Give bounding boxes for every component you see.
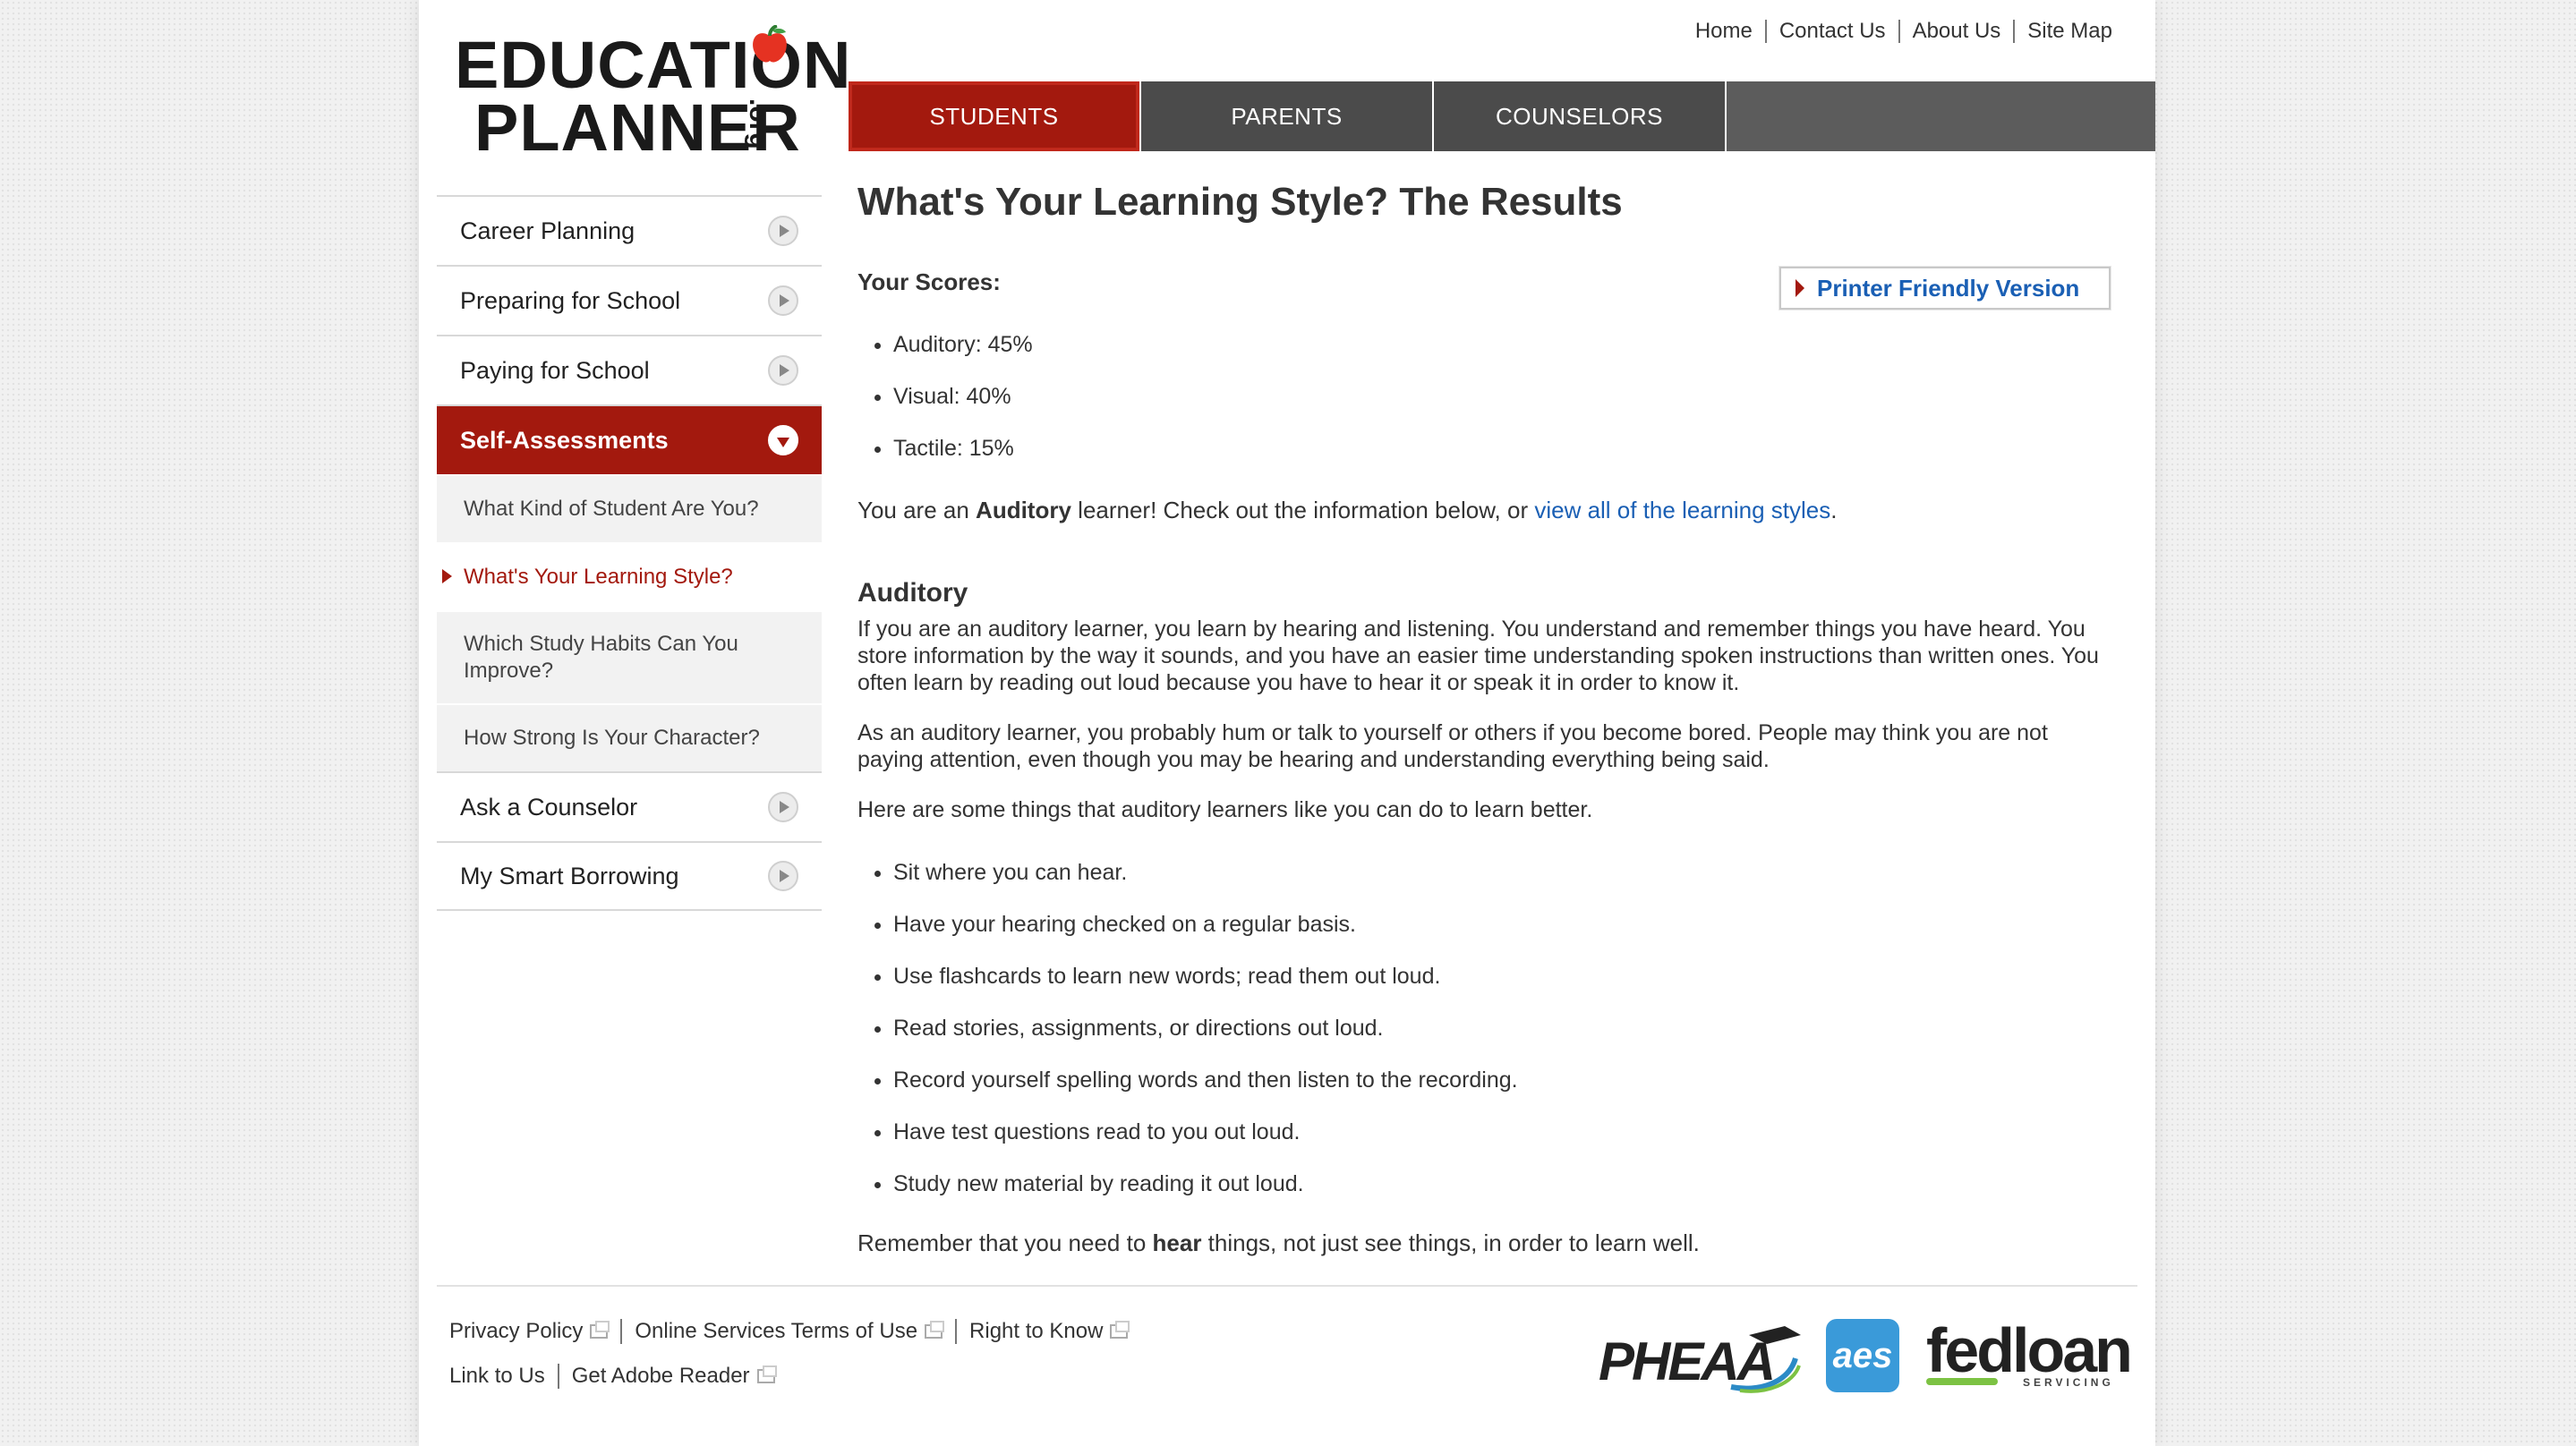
tab-parents[interactable]: PARENTS xyxy=(1141,81,1434,151)
apple-icon xyxy=(753,25,787,63)
sidebar-item-preparing-for-school[interactable]: Preparing for School xyxy=(437,265,822,335)
util-link-about[interactable]: About Us xyxy=(1898,20,2014,43)
pheaa-logo-text: PHEAA xyxy=(1599,1331,1773,1391)
footer-link-privacy[interactable]: Privacy Policy xyxy=(449,1319,620,1344)
scores-list: Auditory: 45% Visual: 40% Tactile: 15% xyxy=(857,329,1033,485)
footer-links-row-1: Privacy Policy Online Services Terms of … xyxy=(449,1319,1140,1344)
section-heading: Auditory xyxy=(857,578,968,608)
main-tabs: STUDENTS PARENTS COUNSELORS xyxy=(849,81,2155,151)
sidebar-subitem-label: Which Study Habits Can You Improve? xyxy=(464,632,738,683)
tip-item: Use flashcards to learn new words; read … xyxy=(893,959,1518,1011)
page-title: What's Your Learning Style? The Results xyxy=(857,180,1623,224)
tip-item: Sit where you can hear. xyxy=(893,855,1518,907)
tip-item: Have test questions read to you out loud… xyxy=(893,1115,1518,1167)
summary-learner-type: Auditory xyxy=(976,497,1071,523)
tip-item: Study new material by reading it out lou… xyxy=(893,1167,1518,1219)
chevron-right-icon xyxy=(768,792,798,822)
footer-link-adobe-reader[interactable]: Get Adobe Reader xyxy=(557,1364,788,1389)
pheaa-logo[interactable]: PHEAA xyxy=(1597,1323,1803,1394)
sidebar-item-paying-for-school[interactable]: Paying for School xyxy=(437,335,822,404)
summary-text-pre: You are an xyxy=(857,497,977,523)
footer-link-link-to-us[interactable]: Link to Us xyxy=(449,1364,558,1389)
utility-nav: Home Contact Us About Us Site Map xyxy=(1683,20,2125,43)
tab-students[interactable]: STUDENTS xyxy=(849,81,1141,151)
fedloan-wordmark: fedloan xyxy=(1926,1315,2133,1385)
score-item: Visual: 40% xyxy=(893,381,1033,433)
chevron-right-icon xyxy=(768,285,798,316)
sidebar-subitem-student-kind[interactable]: What Kind of Student Are You? xyxy=(437,474,822,542)
education-planner-logo[interactable]: EDUCATION PLANNER .org xyxy=(455,25,850,161)
tip-item: Record yourself spelling words and then … xyxy=(893,1063,1518,1115)
sidebar-item-ask-counselor[interactable]: Ask a Counselor xyxy=(437,771,822,841)
external-link-icon xyxy=(756,1365,777,1383)
chevron-right-icon xyxy=(768,861,798,891)
footer-link-terms[interactable]: Online Services Terms of Use xyxy=(620,1319,955,1344)
score-item: Auditory: 45% xyxy=(893,329,1033,381)
sidebar-item-label: Paying for School xyxy=(460,356,650,384)
summary-text-mid: learner! Check out the information below… xyxy=(1070,497,1535,523)
fedloan-logo[interactable]: fedloan SERVICING xyxy=(1926,1315,2133,1394)
tab-counselors[interactable]: COUNSELORS xyxy=(1434,81,1727,151)
sidebar-subitem-learning-style[interactable]: What's Your Learning Style? xyxy=(437,542,822,610)
tips-list: Sit where you can hear. Have your hearin… xyxy=(857,855,1518,1219)
page-container: EDUCATION PLANNER .org Home Contact Us A… xyxy=(419,0,2155,1446)
util-link-contact[interactable]: Contact Us xyxy=(1764,20,1898,43)
closing-pre: Remember that you need to xyxy=(857,1229,1153,1256)
printer-friendly-button[interactable]: Printer Friendly Version xyxy=(1779,267,2111,310)
main-content: What's Your Learning Style? The Results … xyxy=(857,179,2111,1256)
footer-divider xyxy=(437,1285,2137,1287)
closing-post: things, not just see things, in order to… xyxy=(1201,1229,1700,1256)
sidebar-item-label: Preparing for School xyxy=(460,286,681,314)
sidebar: Career Planning Preparing for School Pay… xyxy=(437,195,822,911)
util-link-home[interactable]: Home xyxy=(1683,20,1765,43)
paragraph-2: As an auditory learner, you probably hum… xyxy=(857,720,2048,772)
view-all-styles-link[interactable]: view all of the learning styles xyxy=(1534,497,1830,523)
arrow-right-icon xyxy=(1796,279,1804,297)
paragraph-3: Here are some things that auditory learn… xyxy=(857,797,1593,822)
external-link-icon xyxy=(590,1321,610,1339)
footer-link-label: Privacy Policy xyxy=(449,1319,584,1343)
score-item: Tactile: 15% xyxy=(893,433,1033,485)
external-link-icon xyxy=(925,1321,945,1339)
sidebar-item-self-assessments[interactable]: Self-Assessments xyxy=(437,404,822,474)
aes-logo[interactable]: aes xyxy=(1826,1319,1899,1392)
logo-suffix: .org xyxy=(744,98,773,149)
sidebar-item-label: Career Planning xyxy=(460,217,635,244)
chevron-down-icon xyxy=(768,425,798,455)
footer-link-label: Get Adobe Reader xyxy=(571,1364,750,1388)
tabs-filler xyxy=(1727,81,2155,151)
fedloan-swoosh xyxy=(1926,1378,1998,1385)
fedloan-servicing: SERVICING xyxy=(2023,1376,2114,1389)
sidebar-item-smart-borrowing[interactable]: My Smart Borrowing xyxy=(437,841,822,911)
footer-links-row-2: Link to Us Get Adobe Reader xyxy=(449,1364,788,1389)
chevron-right-icon xyxy=(768,355,798,386)
scores-label: Your Scores: xyxy=(857,268,1001,295)
summary-text-post: . xyxy=(1830,497,1838,523)
footer-link-label: Link to Us xyxy=(449,1364,545,1388)
footer-link-label: Online Services Terms of Use xyxy=(635,1319,918,1343)
sidebar-subitem-study-habits[interactable]: Which Study Habits Can You Improve? xyxy=(437,610,822,703)
sidebar-item-career-planning[interactable]: Career Planning xyxy=(437,195,822,265)
closing-text: Remember that you need to hear things, n… xyxy=(857,1228,1700,1258)
tip-item: Have your hearing checked on a regular b… xyxy=(893,907,1518,959)
external-link-icon xyxy=(1110,1321,1130,1339)
result-summary: You are an Auditory learner! Check out t… xyxy=(857,494,1838,526)
closing-bold: hear xyxy=(1152,1229,1202,1256)
sidebar-item-label: Ask a Counselor xyxy=(460,793,638,821)
footer-link-label: Right to Know xyxy=(969,1319,1104,1343)
footer-link-right-to-know[interactable]: Right to Know xyxy=(955,1319,1140,1344)
sidebar-item-label: My Smart Borrowing xyxy=(460,862,679,889)
util-link-sitemap[interactable]: Site Map xyxy=(2013,20,2125,43)
sidebar-item-label: Self-Assessments xyxy=(460,426,669,454)
paragraph-1: If you are an auditory learner, you lear… xyxy=(857,617,2099,695)
sidebar-subitem-character[interactable]: How Strong Is Your Character? xyxy=(437,703,822,771)
logo-line-1: EDUCATION xyxy=(455,28,852,102)
tip-item: Read stories, assignments, or directions… xyxy=(893,1011,1518,1063)
printer-friendly-label: Printer Friendly Version xyxy=(1817,274,2080,302)
chevron-right-icon xyxy=(768,216,798,246)
